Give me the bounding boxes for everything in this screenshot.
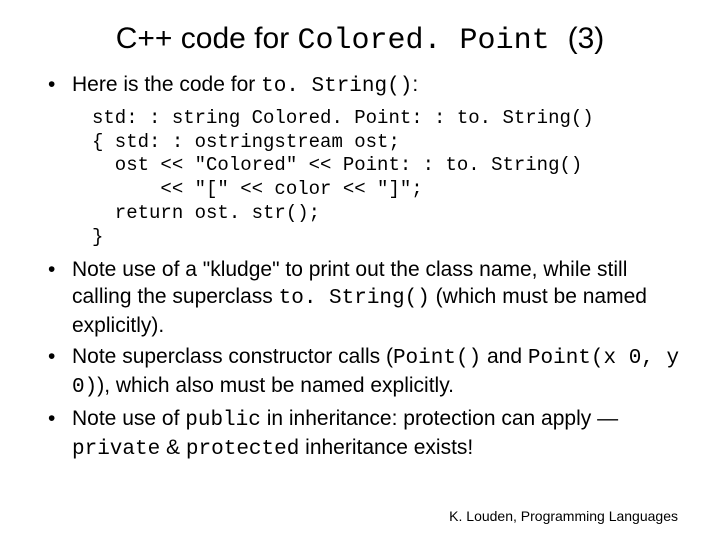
bullet-1-pre: Here is the code for <box>72 73 261 96</box>
title-pre: C++ code for <box>116 22 298 55</box>
bullet-list: Here is the code for to. String(): <box>46 72 680 101</box>
bullet-2: Note use of a "kludge" to print out the … <box>46 257 680 340</box>
bullet-list-2: Note use of a "kludge" to print out the … <box>46 257 680 463</box>
bullet-3: Note superclass constructor calls (Point… <box>46 344 680 402</box>
bullet-3-t1: Note superclass constructor calls ( <box>72 345 393 368</box>
slide: C++ code for Colored. Point (3) Here is … <box>0 0 720 540</box>
bullet-4-mono3: protected <box>186 438 299 461</box>
bullet-3-mono1: Point() <box>393 347 481 370</box>
bullet-1-post: : <box>412 73 418 96</box>
bullet-1: Here is the code for to. String(): <box>46 72 680 101</box>
bullet-4-t2: in inheritance: protection can apply — <box>261 407 618 430</box>
bullet-1-mono: to. String() <box>261 75 412 98</box>
slide-title: C++ code for Colored. Point (3) <box>40 22 680 58</box>
title-post: (3) <box>568 22 605 55</box>
footer-attribution: K. Louden, Programming Languages <box>449 508 678 524</box>
bullet-4-t3: & <box>160 436 186 459</box>
bullet-4-t1: Note use of <box>72 407 185 430</box>
bullet-4-mono2: private <box>72 438 160 461</box>
bullet-4-t4: inheritance exists! <box>299 436 473 459</box>
bullet-4: Note use of public in inheritance: prote… <box>46 406 680 464</box>
title-mono: Colored. Point <box>298 24 568 58</box>
code-block: std: : string Colored. Point: : to. Stri… <box>92 107 680 250</box>
bullet-2-mono1: to. String() <box>279 287 430 310</box>
bullet-3-t3: ), which also must be named explicitly. <box>97 374 454 397</box>
bullet-3-t2: and <box>481 345 528 368</box>
bullet-4-mono1: public <box>185 409 261 432</box>
